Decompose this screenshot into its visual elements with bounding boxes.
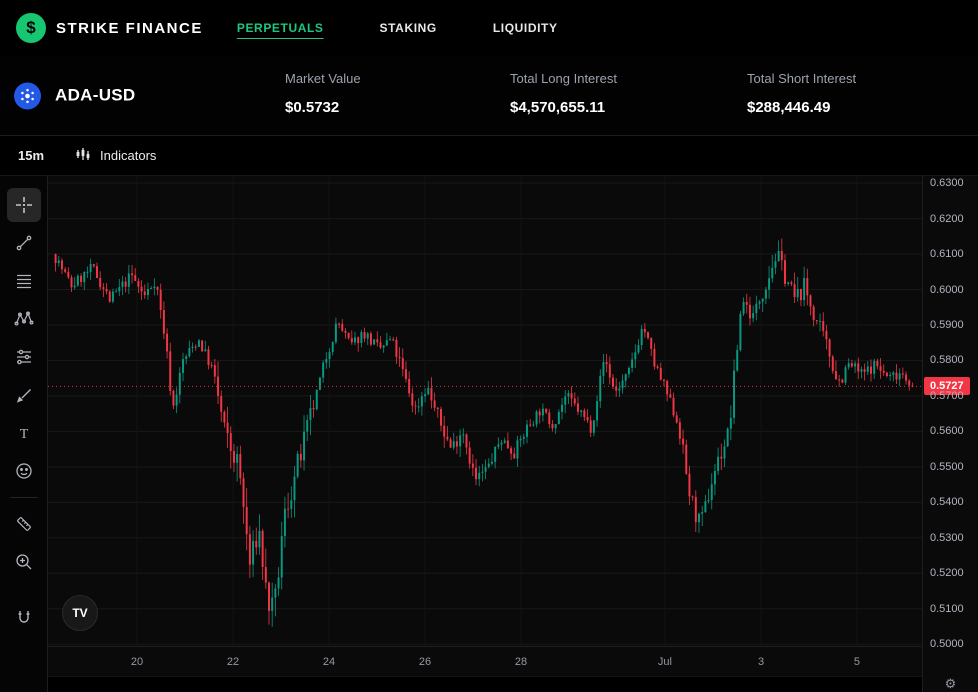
chart-toolbar: 15m Indicators — [0, 136, 978, 176]
time-axis-label: 22 — [226, 656, 240, 668]
fib-retracement-tool-icon[interactable] — [7, 264, 41, 298]
indicators-icon — [74, 146, 92, 165]
trend-line-tool-icon[interactable] — [7, 226, 41, 260]
cardano-icon — [14, 82, 41, 109]
stat-value: $288,446.49 — [747, 99, 831, 116]
price-axis-label: 0.5800 — [930, 354, 964, 367]
bottom-strip — [48, 676, 922, 692]
main-nav: PERPETUALS STAKING LIQUIDITY — [237, 21, 614, 35]
chart-region: T TV 20 22 24 26 28 Jul 3 5 0.5727 ⚙ 0.6… — [0, 176, 978, 692]
price-axis-label: 0.6300 — [930, 177, 964, 190]
time-axis-label: 26 — [418, 656, 432, 668]
time-axis-label: 5 — [853, 656, 861, 668]
price-axis-label: 0.5700 — [930, 389, 964, 402]
axis-settings-icon[interactable]: ⚙ — [945, 676, 957, 692]
indicators-button[interactable]: Indicators — [74, 146, 156, 165]
svg-text:T: T — [19, 427, 28, 442]
drawing-toolbar: T — [0, 176, 48, 692]
indicators-label: Indicators — [100, 148, 157, 163]
stat-label: Market Value — [285, 71, 361, 86]
nav-item-perpetuals[interactable]: PERPETUALS — [237, 21, 324, 35]
price-axis-label: 0.5400 — [930, 496, 964, 509]
price-axis-label: 0.6200 — [930, 212, 964, 225]
xabcd-pattern-tool-icon[interactable] — [7, 302, 41, 336]
candlestick-chart[interactable] — [48, 176, 922, 646]
time-axis[interactable]: 20 22 24 26 28 Jul 3 5 — [48, 646, 922, 676]
price-axis-label: 0.5900 — [930, 318, 964, 331]
brand-title[interactable]: STRIKE FINANCE — [56, 20, 203, 37]
nav-item-staking[interactable]: STAKING — [380, 21, 437, 35]
forecast-tool-icon[interactable] — [7, 340, 41, 374]
price-axis-label: 0.5300 — [930, 531, 964, 544]
time-axis-label: 24 — [322, 656, 336, 668]
tradingview-logo[interactable]: TV — [62, 595, 98, 631]
time-axis-label: 20 — [130, 656, 144, 668]
crosshair-tool-icon[interactable] — [6, 188, 41, 222]
price-axis-label: 0.5200 — [930, 567, 964, 580]
time-axis-label: 3 — [757, 656, 765, 668]
emoji-tool-icon[interactable] — [7, 454, 41, 488]
strike-finance-logo-icon[interactable]: $ — [16, 13, 46, 43]
pair-title: ADA-USD — [55, 85, 136, 105]
text-tool-icon[interactable]: T — [7, 416, 41, 450]
magnet-tool-icon[interactable] — [7, 601, 41, 635]
stat-label: Total Short Interest — [747, 71, 857, 86]
price-axis-label: 0.5600 — [930, 425, 964, 438]
price-axis-label: 0.6100 — [930, 248, 964, 261]
app: $ STRIKE FINANCE PERPETUALS STAKING LIQU… — [0, 0, 978, 692]
chart-main: TV 20 22 24 26 28 Jul 3 5 — [48, 176, 922, 692]
stat-total-short-interest: Total Short Interest $288,446.49 — [747, 71, 856, 116]
stat-value: $0.5732 — [285, 99, 340, 116]
zoom-in-tool-icon[interactable] — [7, 545, 41, 579]
ruler-tool-icon[interactable] — [7, 507, 41, 541]
timeframe-button[interactable]: 15m — [10, 144, 52, 167]
price-axis-label: 0.5100 — [930, 602, 964, 615]
price-axis[interactable]: 0.5727 ⚙ 0.6300 0.6200 0.6100 0.6000 0.5900 0… — [922, 176, 978, 692]
toolbar-divider — [9, 497, 38, 498]
price-axis-label: 0.5500 — [930, 460, 964, 473]
brush-tool-icon[interactable] — [7, 378, 41, 412]
price-axis-label: 0.5000 — [930, 638, 964, 651]
time-axis-label: 28 — [514, 656, 528, 668]
market-stats-bar: ADA-USD Market Value $0.5732 Total Long … — [0, 56, 978, 136]
time-axis-label: Jul — [657, 656, 672, 668]
stat-market-value: Market Value $0.5732 — [285, 71, 361, 116]
stat-total-long-interest: Total Long Interest $4,570,655.11 — [510, 71, 617, 116]
price-axis-label: 0.6000 — [930, 283, 964, 296]
stat-value: $4,570,655.11 — [510, 99, 606, 116]
stat-label: Total Long Interest — [510, 71, 617, 86]
top-nav: $ STRIKE FINANCE PERPETUALS STAKING LIQU… — [0, 0, 978, 56]
symbol-block: ADA-USD — [14, 82, 135, 109]
nav-item-liquidity[interactable]: LIQUIDITY — [493, 21, 558, 35]
